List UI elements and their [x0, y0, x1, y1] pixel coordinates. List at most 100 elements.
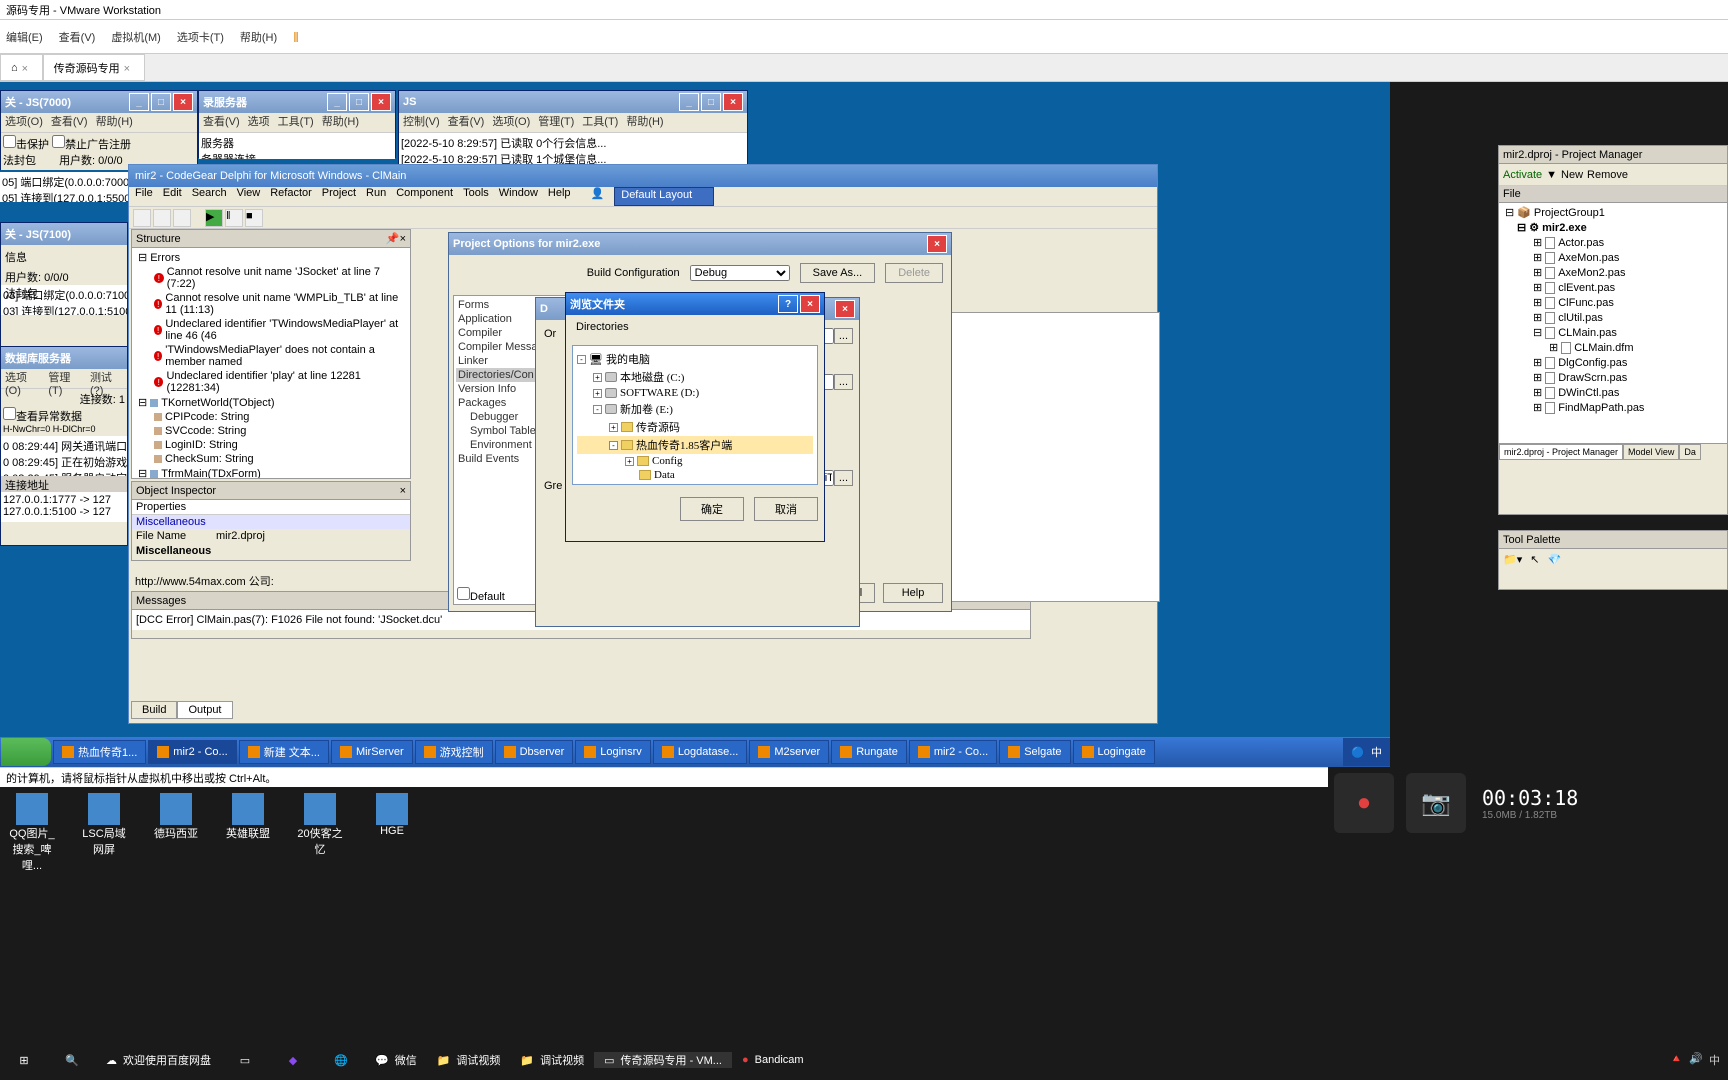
pointer-icon[interactable]: ↖	[1530, 553, 1539, 566]
taskbar-button[interactable]: mir2 - Co...	[148, 740, 236, 764]
menu-help[interactable]: 帮助(H)	[240, 29, 277, 45]
expand-icon[interactable]: -	[593, 405, 602, 414]
menu-view[interactable]: 查看(V)	[59, 29, 96, 45]
output-tab[interactable]: Output	[177, 701, 232, 719]
js7000-titlebar[interactable]: 关 - JS(7000) _□×	[1, 91, 197, 113]
taskbar-button[interactable]: 新建 文本...	[239, 740, 329, 764]
default-checkbox[interactable]	[457, 587, 470, 600]
expand-icon[interactable]: +	[593, 373, 602, 382]
system-tray[interactable]: 🔵 中	[1343, 738, 1390, 766]
close-icon[interactable]: ×	[400, 485, 406, 497]
browser-icon[interactable]: 🌐	[317, 1040, 365, 1080]
minimize-icon[interactable]: _	[679, 93, 699, 111]
menu-edit[interactable]: 编辑(E)	[6, 29, 43, 45]
taskbar-item[interactable]: ▭传奇源码专用 - VM...	[594, 1052, 732, 1068]
browse-button[interactable]: ...	[834, 328, 853, 344]
desktop-icon[interactable]: 20侠客之忆	[294, 793, 346, 873]
taskbar-item[interactable]: 📁调试视频	[427, 1052, 511, 1068]
close-icon[interactable]: ×	[22, 63, 32, 73]
desktop-icon[interactable]: HGE	[366, 793, 418, 873]
expand-icon[interactable]: +	[625, 457, 634, 466]
taskbar-button[interactable]: Logdatase...	[653, 740, 748, 764]
maximize-icon[interactable]: □	[701, 93, 721, 111]
taskbar-item[interactable]: 💬微信	[365, 1052, 427, 1068]
delete-button[interactable]: Delete	[885, 263, 943, 283]
taskbar-button[interactable]: mir2 - Co...	[909, 740, 997, 764]
taskbar-button[interactable]: Loginsrv	[575, 740, 651, 764]
taskbar-item[interactable]: 📁调试视频	[510, 1052, 594, 1068]
pin-icon[interactable]: 📌	[386, 232, 400, 245]
desktop-icon[interactable]: LSC局域网屏	[78, 793, 130, 873]
tray-icon[interactable]: 🔺	[1670, 1052, 1684, 1068]
layout-combo[interactable]: Default Layout	[614, 187, 714, 206]
desktop-icon[interactable]: 英雄联盟	[222, 793, 274, 873]
folder-tree[interactable]: -🖥我的电脑+本地磁盘 (C:)+SOFTWARE (D:)-新加卷 (E:)+…	[572, 345, 818, 485]
menu-tab[interactable]: 选项卡(T)	[177, 29, 224, 45]
protect-checkbox[interactable]	[3, 135, 16, 148]
save-icon[interactable]	[173, 209, 191, 227]
taskbar-button[interactable]: MirServer	[331, 740, 413, 764]
ime-icon[interactable]: 中	[1709, 1052, 1720, 1068]
build-tab[interactable]: Build	[131, 701, 177, 719]
screenshot-button[interactable]: 📷	[1406, 773, 1466, 833]
delphi-titlebar[interactable]: mir2 - CodeGear Delphi for Microsoft Win…	[129, 165, 1157, 187]
close-icon[interactable]: ×	[371, 93, 391, 111]
close-icon[interactable]: ×	[400, 233, 406, 245]
close-icon[interactable]: ×	[173, 93, 193, 111]
taskbar-button[interactable]: Logingate	[1073, 740, 1155, 764]
taskbar-item[interactable]: ☁欢迎使用百度网盘	[96, 1052, 221, 1068]
desktop-icon[interactable]: 德玛西亚	[150, 793, 202, 873]
stop-icon[interactable]: ■	[245, 209, 263, 227]
category-icon[interactable]: 📁▾	[1503, 553, 1522, 566]
taskbar-button[interactable]: M2server	[749, 740, 829, 764]
taskbar-button[interactable]: 游戏控制	[415, 740, 493, 764]
browse-button[interactable]: ...	[834, 374, 853, 390]
taskbar-button[interactable]: 热血传奇1...	[53, 740, 146, 764]
taskbar-button[interactable]: Dbserver	[495, 740, 574, 764]
tray-icon[interactable]: 🔵	[1351, 746, 1365, 759]
close-icon[interactable]: ×	[927, 235, 947, 253]
component-icon[interactable]: 💎	[1547, 553, 1561, 566]
expand-icon[interactable]: +	[593, 389, 602, 398]
expand-icon[interactable]: +	[609, 423, 618, 432]
network-icon[interactable]: 🔊	[1689, 1052, 1703, 1068]
help-button[interactable]: Help	[883, 583, 943, 603]
save-as-button[interactable]: Save As...	[800, 263, 876, 283]
search-icon[interactable]: 🔍	[48, 1040, 96, 1080]
minimize-icon[interactable]: _	[327, 93, 347, 111]
ban-ad-checkbox[interactable]	[52, 135, 65, 148]
desktop-icon[interactable]: QQ图片_搜索_啤哩...	[6, 793, 58, 873]
start-button[interactable]	[1, 738, 51, 766]
vscode-icon[interactable]: ◆	[269, 1040, 317, 1080]
tab-vm[interactable]: 传奇源码专用×	[43, 54, 145, 81]
close-icon[interactable]: ×	[124, 63, 134, 73]
errors-node[interactable]: Errors	[150, 252, 180, 264]
browse-button[interactable]: ...	[834, 470, 853, 486]
file-icon	[1545, 372, 1555, 384]
taskbar-button[interactable]: Rungate	[831, 740, 907, 764]
maximize-icon[interactable]: □	[349, 93, 369, 111]
menu-vm[interactable]: 虚拟机(M)	[111, 29, 161, 45]
new-icon[interactable]	[133, 209, 151, 227]
pause-icon[interactable]: ‖	[225, 209, 243, 227]
close-icon[interactable]: ×	[800, 295, 820, 313]
help-icon[interactable]: ?	[778, 295, 798, 313]
open-icon[interactable]	[153, 209, 171, 227]
taskbar-item[interactable]: ●Bandicam	[732, 1054, 814, 1066]
build-config-select[interactable]: Debug	[690, 265, 790, 281]
taskview-icon[interactable]: ▭	[221, 1040, 269, 1080]
ok-button[interactable]: 确定	[680, 497, 744, 521]
tab-home[interactable]: ⌂×	[0, 54, 43, 81]
record-button[interactable]: ●	[1334, 773, 1394, 833]
check-anomaly-checkbox[interactable]	[3, 407, 16, 420]
minimize-icon[interactable]: _	[129, 93, 149, 111]
run-icon[interactable]: ▶	[205, 209, 223, 227]
maximize-icon[interactable]: □	[151, 93, 171, 111]
start-button[interactable]: ⊞	[0, 1040, 48, 1080]
cancel-button[interactable]: 取消	[754, 497, 818, 521]
close-icon[interactable]: ×	[723, 93, 743, 111]
close-icon[interactable]: ×	[835, 300, 855, 318]
taskbar-button[interactable]: Selgate	[999, 740, 1070, 764]
expand-icon[interactable]: -	[609, 441, 618, 450]
expand-icon[interactable]: -	[577, 355, 586, 364]
